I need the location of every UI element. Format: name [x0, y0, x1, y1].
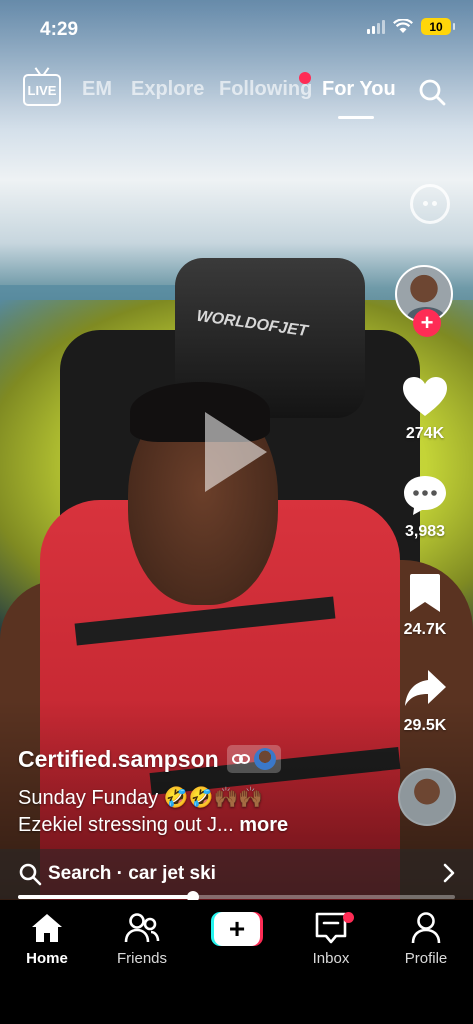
comment-icon: [404, 476, 446, 515]
comment-count: 3,983: [404, 523, 446, 540]
play-icon[interactable]: [205, 412, 267, 492]
status-icons: 10: [367, 18, 455, 35]
battery-icon: 10: [421, 18, 455, 35]
post-author-row: Certified.sampson: [18, 745, 281, 773]
bookmark-icon: [410, 574, 440, 612]
username[interactable]: Certified.sampson: [18, 746, 219, 773]
nav-inbox[interactable]: Inbox: [291, 910, 371, 967]
chevron-right-icon: [443, 863, 455, 883]
inbox-notification-dot: [343, 912, 354, 923]
search-suggestion-text: Search · car jet ski: [48, 863, 216, 884]
nav-friends[interactable]: Friends: [102, 910, 182, 967]
collab-avatar: [253, 748, 276, 770]
caption-line-2: Ezekiel stressing out J... more: [18, 814, 289, 836]
nav-create[interactable]: +: [197, 910, 277, 946]
related-search-bar[interactable]: Search · car jet ski: [0, 849, 473, 899]
share-action[interactable]: 29.5K: [395, 668, 455, 735]
tab-em[interactable]: EM: [82, 78, 112, 101]
more-link[interactable]: more: [239, 814, 288, 836]
progress-fill: [18, 895, 193, 899]
live-button[interactable]: LIVE: [23, 74, 61, 106]
post-caption[interactable]: Sunday Funday 🤣🤣🙌🏾🙌🏾 Ezekiel stressing o…: [18, 785, 348, 839]
status-time: 4:29: [40, 19, 79, 40]
signal-icon: [367, 19, 385, 34]
music-disc-avatar[interactable]: [398, 768, 456, 826]
video-progress-bar[interactable]: [18, 891, 455, 903]
tab-following[interactable]: Following: [219, 78, 312, 101]
nav-home[interactable]: Home: [7, 910, 87, 967]
search-icon: [19, 863, 42, 886]
nav-home-label: Home: [26, 950, 68, 967]
top-nav: LIVE EM Explore Following For You: [0, 70, 473, 120]
nav-friends-label: Friends: [116, 950, 168, 967]
save-count: 24.7K: [403, 621, 447, 638]
save-action[interactable]: 24.7K: [395, 572, 455, 639]
home-icon: [32, 914, 62, 942]
caption-line-1: Sunday Funday 🤣🤣🙌🏾🙌🏾: [18, 787, 264, 809]
create-button[interactable]: +: [211, 912, 263, 946]
profile-icon: [411, 912, 441, 944]
plus-icon: +: [214, 912, 260, 946]
tab-explore[interactable]: Explore: [131, 78, 204, 101]
like-count: 274K: [405, 425, 445, 442]
nav-profile[interactable]: Profile: [386, 910, 466, 967]
nav-inbox-label: Inbox: [312, 950, 350, 967]
following-notification-dot: [299, 72, 311, 84]
collab-badge[interactable]: [226, 745, 281, 773]
follow-button[interactable]: +: [413, 309, 441, 337]
friends-icon: [124, 913, 160, 943]
active-tab-indicator: [338, 116, 374, 119]
tab-for-you[interactable]: For You: [322, 78, 396, 101]
bottom-nav: Home Friends + Inbox Profile: [0, 900, 473, 1024]
link-icon: [231, 754, 250, 764]
share-icon: [405, 670, 446, 706]
share-count: 29.5K: [403, 717, 447, 734]
wifi-icon: [393, 19, 413, 33]
nav-profile-label: Profile: [404, 950, 448, 967]
search-icon[interactable]: [418, 78, 446, 106]
face-filter-icon[interactable]: [410, 184, 450, 224]
heart-icon: [403, 377, 447, 416]
comment-action[interactable]: 3,983: [395, 474, 455, 541]
like-action[interactable]: 274K: [395, 376, 455, 443]
creator-avatar-group: +: [395, 265, 455, 345]
